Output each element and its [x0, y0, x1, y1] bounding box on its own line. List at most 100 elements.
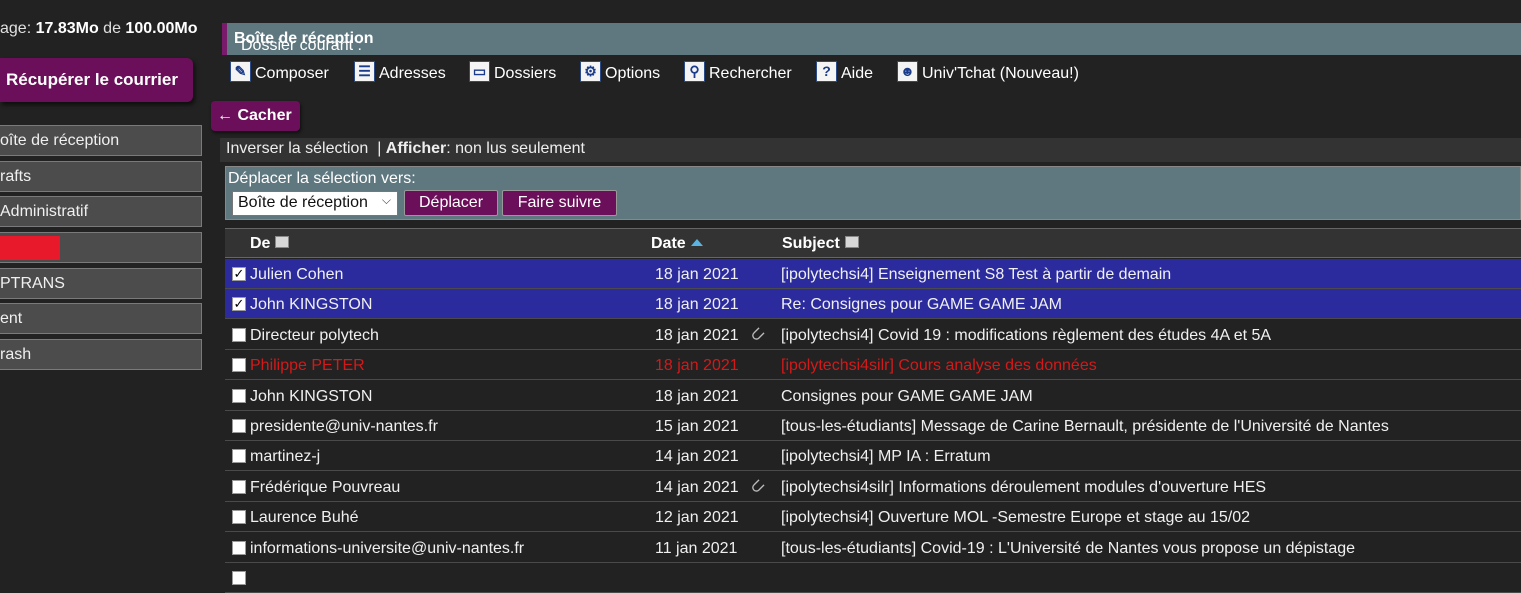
gear-icon: ⚙: [580, 61, 601, 82]
folder-label: oîte de réception: [0, 132, 120, 149]
target-folder-value: Boîte de réception: [238, 194, 368, 211]
message-subject[interactable]: [tous-les-étudiants] Covid-19 : L'Univer…: [781, 540, 1355, 558]
message-from[interactable]: Directeur polytech: [250, 327, 379, 345]
toolbar-compose[interactable]: ✎ Composer: [230, 59, 329, 87]
chevron-down-icon: ⌵: [381, 193, 391, 207]
message-from[interactable]: Philippe PETER: [250, 357, 365, 375]
message-subject[interactable]: Re: Consignes pour GAME GAME JAM: [781, 296, 1062, 314]
message-date: 18 jan 2021: [655, 326, 739, 344]
table-row[interactable]: martinez-j 14 jan 2021 [ipolytechsi4] MP I…: [225, 441, 1521, 472]
row-checkbox[interactable]: [232, 540, 246, 555]
row-checkbox[interactable]: [232, 510, 246, 525]
message-subject[interactable]: Consignes pour GAME GAME JAM: [781, 388, 1033, 406]
message-subject[interactable]: [tous-les-étudiants] Message de Carine B…: [781, 418, 1389, 436]
message-subject[interactable]: [ipolytechsi4] MP IA : Erratum: [781, 448, 991, 466]
sidebar-folder-drafts[interactable]: rafts: [0, 161, 202, 192]
table-row[interactable]: Frédérique Pouvreau 14 jan 2021 ⊂ [ipolytec…: [225, 472, 1521, 502]
search-icon: ⚲: [684, 61, 705, 82]
forward-button-label: Faire suivre: [517, 194, 602, 211]
table-row[interactable]: Laurence Buhé 12 jan 2021 [ipolytechsi4] O…: [225, 502, 1521, 533]
show-unread-link[interactable]: : non lus seulement: [446, 140, 585, 157]
sidebar-folder-redacted[interactable]: [0, 232, 202, 263]
message-date: 18 jan 2021: [655, 296, 739, 314]
compose-label: Composer: [255, 65, 329, 82]
toolbar-help[interactable]: ? Aide: [816, 59, 873, 87]
current-folder-text: Dossier courant : Boîte de réception: [234, 30, 374, 54]
separator: |: [368, 140, 386, 157]
folder-label: Administratif: [0, 203, 89, 220]
column-subject-label: Subject: [782, 235, 840, 252]
attachment-icon: ⊂: [744, 321, 770, 347]
folder-label: rafts: [0, 168, 32, 185]
folder-label: rash: [0, 346, 32, 363]
invert-selection-link[interactable]: Inverser la sélection: [226, 140, 368, 157]
table-row[interactable]: presidente@univ-nantes.fr 15 jan 2021 [tou…: [225, 411, 1521, 441]
row-checkbox[interactable]: [232, 358, 246, 373]
message-from[interactable]: informations-universite@univ-nantes.fr: [250, 540, 524, 558]
toolbar-options[interactable]: ⚙ Options: [580, 59, 660, 87]
row-checkbox[interactable]: [232, 571, 246, 585]
current-folder-prefix: Dossier courant :: [241, 37, 362, 54]
column-subject[interactable]: Subject: [782, 235, 859, 253]
message-from[interactable]: John KINGSTON: [250, 296, 372, 314]
row-checkbox[interactable]: [232, 479, 246, 494]
message-date: 14 jan 2021: [655, 478, 739, 496]
target-folder-select[interactable]: Boîte de réception ⌵: [232, 191, 398, 216]
message-from[interactable]: Laurence Buhé: [250, 509, 359, 527]
message-subject[interactable]: [ipolytechsi4silr] Cours analyse des don…: [781, 357, 1097, 375]
chat-users-icon: ☻: [897, 61, 918, 82]
row-checkbox[interactable]: [232, 449, 246, 464]
search-label: Rechercher: [709, 65, 792, 82]
message-date: 18 jan 2021: [655, 387, 739, 405]
table-row[interactable]: ✓ Julien Cohen 18 jan 2021 [ipolytechsi4] E…: [225, 259, 1521, 289]
message-subject[interactable]: [ipolytechsi4] Ouverture MOL -Semestre E…: [781, 509, 1250, 527]
move-button[interactable]: Déplacer: [404, 190, 498, 216]
message-from[interactable]: presidente@univ-nantes.fr: [250, 418, 438, 436]
table-row[interactable]: ✓ John KINGSTON 18 jan 2021 Re: Consignes p…: [225, 289, 1521, 320]
help-icon: ?: [816, 61, 837, 82]
message-from[interactable]: Julien Cohen: [250, 266, 343, 284]
sidebar-folder-inbox[interactable]: oîte de réception: [0, 125, 202, 156]
row-checkbox[interactable]: ✓: [232, 267, 246, 281]
row-checkbox[interactable]: [232, 388, 246, 403]
message-subject[interactable]: [ipolytechsi4silr] Informations déroulem…: [781, 479, 1266, 497]
toolbar-chat[interactable]: ☻ Univ'Tchat (Nouveau!): [897, 59, 1079, 87]
table-row[interactable]: [225, 563, 1521, 593]
selection-bar: Inverser la sélection | Afficher: non lu…: [220, 138, 1521, 162]
toolbar-addresses[interactable]: ☰ Adresses: [354, 59, 446, 87]
sort-toggle-icon[interactable]: [844, 236, 859, 248]
addresses-label: Adresses: [379, 65, 446, 82]
hide-sidebar-button[interactable]: ← Cacher: [211, 101, 300, 131]
table-row[interactable]: John KINGSTON 18 jan 2021 Consignes pour G…: [225, 381, 1521, 411]
sort-toggle-icon[interactable]: [275, 236, 290, 248]
message-from[interactable]: martinez-j: [250, 448, 320, 466]
column-from-label: De: [250, 235, 271, 252]
message-subject[interactable]: [ipolytechsi4] Enseignement S8 Test à pa…: [781, 266, 1171, 284]
row-checkbox[interactable]: ✓: [232, 297, 246, 312]
sidebar-folder-administratif[interactable]: Administratif: [0, 196, 202, 227]
message-from[interactable]: John KINGSTON: [250, 388, 372, 406]
forward-button[interactable]: Faire suivre: [502, 190, 617, 216]
sidebar-folder-trash[interactable]: rash: [0, 339, 202, 370]
message-date: 14 jan 2021: [655, 448, 739, 466]
sidebar-folder-sent[interactable]: ent: [0, 303, 202, 334]
column-date-label: Date: [651, 235, 686, 252]
hide-label: ← Cacher: [217, 107, 292, 124]
quota-total: 100.00Mo: [125, 20, 198, 37]
sort-ascending-icon[interactable]: [690, 239, 703, 246]
message-from[interactable]: Frédérique Pouvreau: [250, 479, 400, 497]
table-row[interactable]: Directeur polytech 18 jan 2021 ⊂ [ipolytech…: [225, 320, 1521, 350]
row-checkbox[interactable]: [232, 327, 246, 342]
message-date: 11 jan 2021: [655, 539, 738, 557]
sidebar-folder-ptrans[interactable]: PTRANS: [0, 268, 202, 299]
row-checkbox[interactable]: [232, 419, 246, 433]
table-row[interactable]: informations-universite@univ-nantes.fr 11…: [225, 533, 1521, 563]
column-date[interactable]: Date: [651, 235, 703, 253]
message-subject[interactable]: [ipolytechsi4] Covid 19 : modifications …: [781, 327, 1271, 345]
fetch-mail-label: Récupérer le courrier: [6, 70, 178, 89]
toolbar-search[interactable]: ⚲ Rechercher: [684, 59, 792, 87]
table-row[interactable]: Philippe PETER 18 jan 2021 [ipolytechsi4si…: [225, 350, 1521, 381]
fetch-mail-button[interactable]: Récupérer le courrier: [0, 58, 193, 102]
toolbar-folders[interactable]: ▭ Dossiers: [469, 59, 556, 87]
column-from[interactable]: De: [250, 235, 290, 253]
